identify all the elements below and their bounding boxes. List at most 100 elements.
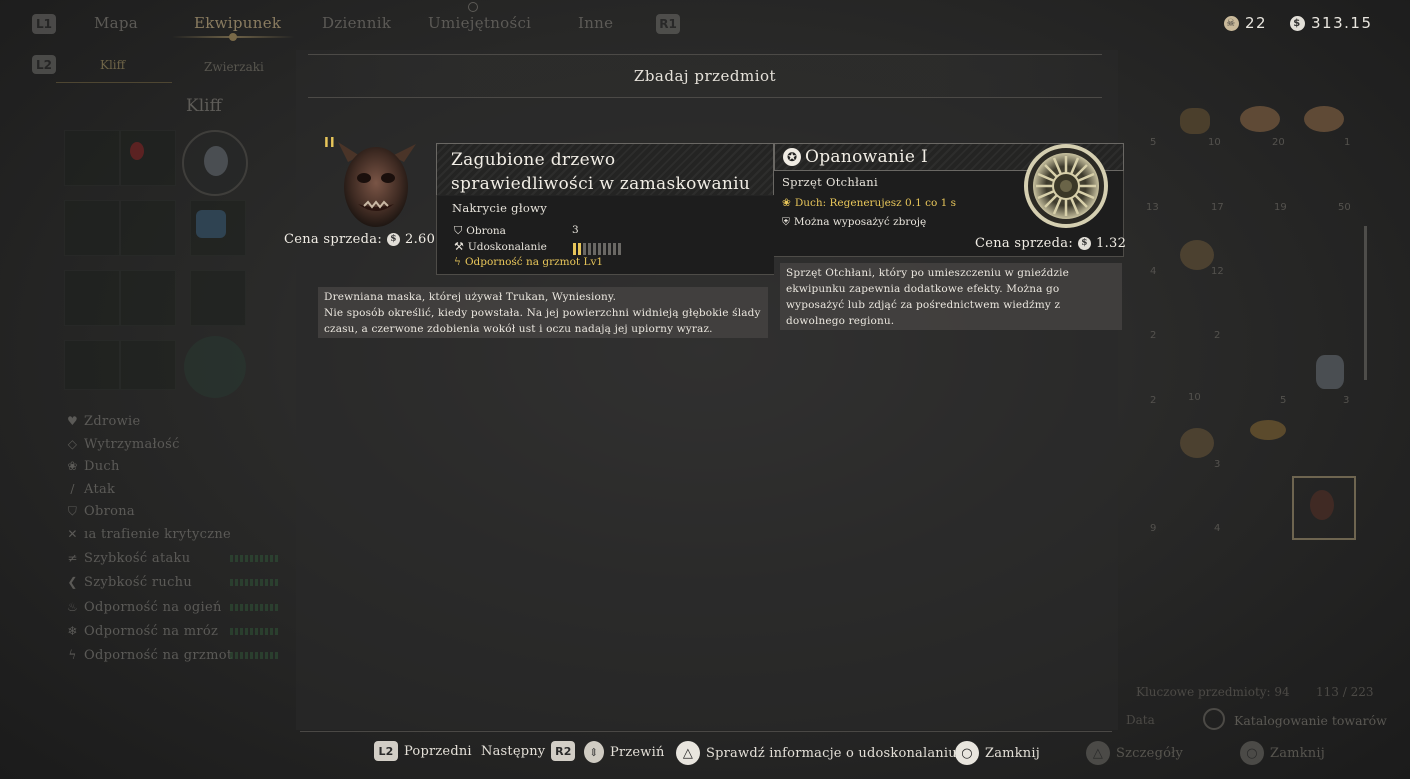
- notification-icon: [468, 2, 478, 12]
- tab-other[interactable]: Inne: [578, 14, 613, 32]
- currency-small-value: 22: [1245, 14, 1268, 32]
- stat-fire-res: ♨ Odporność na ogień: [66, 600, 222, 615]
- stat-defense: ⛉ Obrona: [67, 504, 135, 519]
- right-item-type: Sprzęt Otchłani: [782, 175, 878, 189]
- refine-segment: [588, 243, 591, 255]
- stat-bar: [230, 604, 280, 611]
- subtab-kliff[interactable]: Kliff: [100, 58, 125, 72]
- tab-journal[interactable]: Dziennik: [322, 14, 391, 32]
- character-name: Kliff: [186, 96, 222, 116]
- coin-icon: $: [1290, 15, 1305, 31]
- thunder-icon: ϟ: [454, 256, 461, 268]
- stat-bar: [230, 555, 280, 562]
- left-sell-price: Cena sprzeda: $ 2.60: [284, 232, 436, 247]
- refine-segment: [573, 243, 576, 255]
- refine-segment: [603, 243, 606, 255]
- stat-defense-value: 3: [572, 224, 579, 236]
- skull-coin-icon: ☠: [1224, 15, 1239, 31]
- inventory-capacity: 113 / 223: [1316, 685, 1374, 699]
- right-item-image: [1012, 134, 1120, 238]
- sword-icon: /: [70, 482, 75, 496]
- circle-button-icon: ○: [1240, 741, 1264, 765]
- stat-thunder-res: ϟ Odporność na grzmot: [66, 648, 232, 663]
- left-item-details: Nakrycie głowy ⛉ Obrona 3 ⚒ Udoskonalani…: [436, 195, 774, 275]
- crit-icon: ✕: [67, 527, 78, 541]
- subtab-underline: [56, 82, 172, 83]
- details-prompt[interactable]: △ Szczegóły: [1086, 741, 1183, 765]
- stat-bar: [230, 579, 280, 586]
- refine-info-prompt[interactable]: △ Sprawdź informacje o udoskonalaniu: [676, 741, 957, 765]
- stat-frost-res: ❄ Odporność na mróz: [67, 624, 219, 639]
- tier-badge: II: [324, 136, 336, 151]
- triangle-button-icon: △: [676, 741, 700, 765]
- left-item-header: Zagubione drzewo sprawiedliwości w zamas…: [436, 143, 774, 196]
- subtab-pets[interactable]: Zwierzaki: [204, 60, 264, 74]
- stat-attack: / Atak: [66, 482, 115, 497]
- refine-segment: [598, 243, 601, 255]
- refine-segment: [618, 243, 621, 255]
- l2-button-icon: L2: [374, 741, 398, 761]
- stat-bar: [230, 652, 280, 659]
- footer-divider: [300, 731, 1112, 732]
- tab-map[interactable]: Mapa: [94, 14, 138, 32]
- r1-button-icon[interactable]: R1: [656, 14, 680, 34]
- currency-coins: $ 313.15: [1290, 14, 1373, 32]
- right-sell-price: Cena sprzeda: $ 1.32: [975, 236, 1127, 251]
- refine-segment: [608, 243, 611, 255]
- next-prompt[interactable]: Następny R2: [481, 741, 576, 761]
- spirit-effect: ❀ Duch: Regenerujesz 0.1 co 1 s: [782, 197, 957, 209]
- close-prompt-bg[interactable]: ○ Zamknij: [1240, 741, 1325, 765]
- stat-crit: ✕ ıa trafienie krytyczne: [67, 527, 232, 542]
- frost-icon: ❄: [67, 624, 78, 638]
- diamond-icon: ◇: [67, 437, 78, 451]
- currency-small: ☠ 22: [1224, 14, 1267, 32]
- active-tab-marker: [229, 33, 237, 41]
- refine-segment: [613, 243, 616, 255]
- shield-icon: ⛉: [67, 504, 78, 518]
- thunder-icon: ϟ: [68, 648, 77, 662]
- stat-refine-row: ⚒ Udoskonalanie: [454, 240, 547, 253]
- stat-spirit: ❀ Duch: [67, 459, 120, 474]
- stat-health: ♥ Zdrowie: [66, 414, 141, 429]
- equip-note: ⛨ Można wyposażyć zbroję: [782, 216, 927, 228]
- right-item-description: Sprzęt Otchłani, który po umieszczeniu w…: [780, 263, 1122, 330]
- lotus-icon: ❀: [67, 459, 78, 473]
- refine-segment: [578, 243, 581, 255]
- inventory-scrollbar[interactable]: [1364, 226, 1367, 380]
- previous-prompt[interactable]: L2 Poprzedni: [374, 741, 472, 761]
- sort-by-date[interactable]: Data: [1126, 713, 1155, 727]
- armor-icon: ⛨: [782, 216, 790, 228]
- abyss-gear-icon: ✪: [783, 148, 801, 166]
- tab-skills[interactable]: Umiejętności: [428, 14, 531, 32]
- scroll-prompt[interactable]: ⇕ Przewiń: [584, 741, 665, 763]
- stat-bar: [230, 628, 280, 635]
- right-item-name: Opanowanie I: [805, 147, 928, 167]
- catalog-button-icon: [1203, 708, 1225, 730]
- stat-stamina: ◇ Wytrzymałość: [67, 437, 180, 452]
- helmet-slot-icon: [204, 146, 228, 176]
- refine-segment: [583, 243, 586, 255]
- attack-speed-icon: ≠: [67, 551, 78, 565]
- coin-icon: $: [1078, 237, 1091, 250]
- close-prompt[interactable]: ○ Zamknij: [955, 741, 1040, 765]
- tab-equipment[interactable]: Ekwipunek: [194, 14, 281, 32]
- left-item-type: Nakrycie głowy: [452, 201, 548, 215]
- left-item-description: Drewniana maska, której używał Trukan, W…: [318, 287, 768, 338]
- equipment-slots: [64, 130, 284, 398]
- refine-level-bar: [573, 240, 625, 255]
- right-stick-icon: ⇕: [584, 741, 604, 763]
- l2-button-icon[interactable]: L2: [32, 55, 56, 74]
- modal-title: Zbadaj przedmiot: [308, 54, 1102, 98]
- l1-button-icon[interactable]: L1: [32, 14, 56, 34]
- catalog-goods[interactable]: Katalogowanie towarów: [1234, 713, 1387, 728]
- triangle-button-icon: △: [1086, 741, 1110, 765]
- shield-icon: ⛉: [454, 224, 463, 237]
- coin-icon: $: [387, 233, 400, 246]
- heart-icon: ♥: [66, 414, 79, 428]
- inventory-grid: [1110, 90, 1367, 670]
- left-item-name: Zagubione drzewo sprawiedliwości w zamas…: [451, 150, 751, 194]
- r2-button-icon: R2: [551, 741, 576, 761]
- fire-icon: ♨: [66, 600, 79, 614]
- thunder-resistance-effect: ϟ Odporność na grzmot Lv1: [454, 256, 604, 268]
- refine-icon: ⚒: [454, 240, 464, 253]
